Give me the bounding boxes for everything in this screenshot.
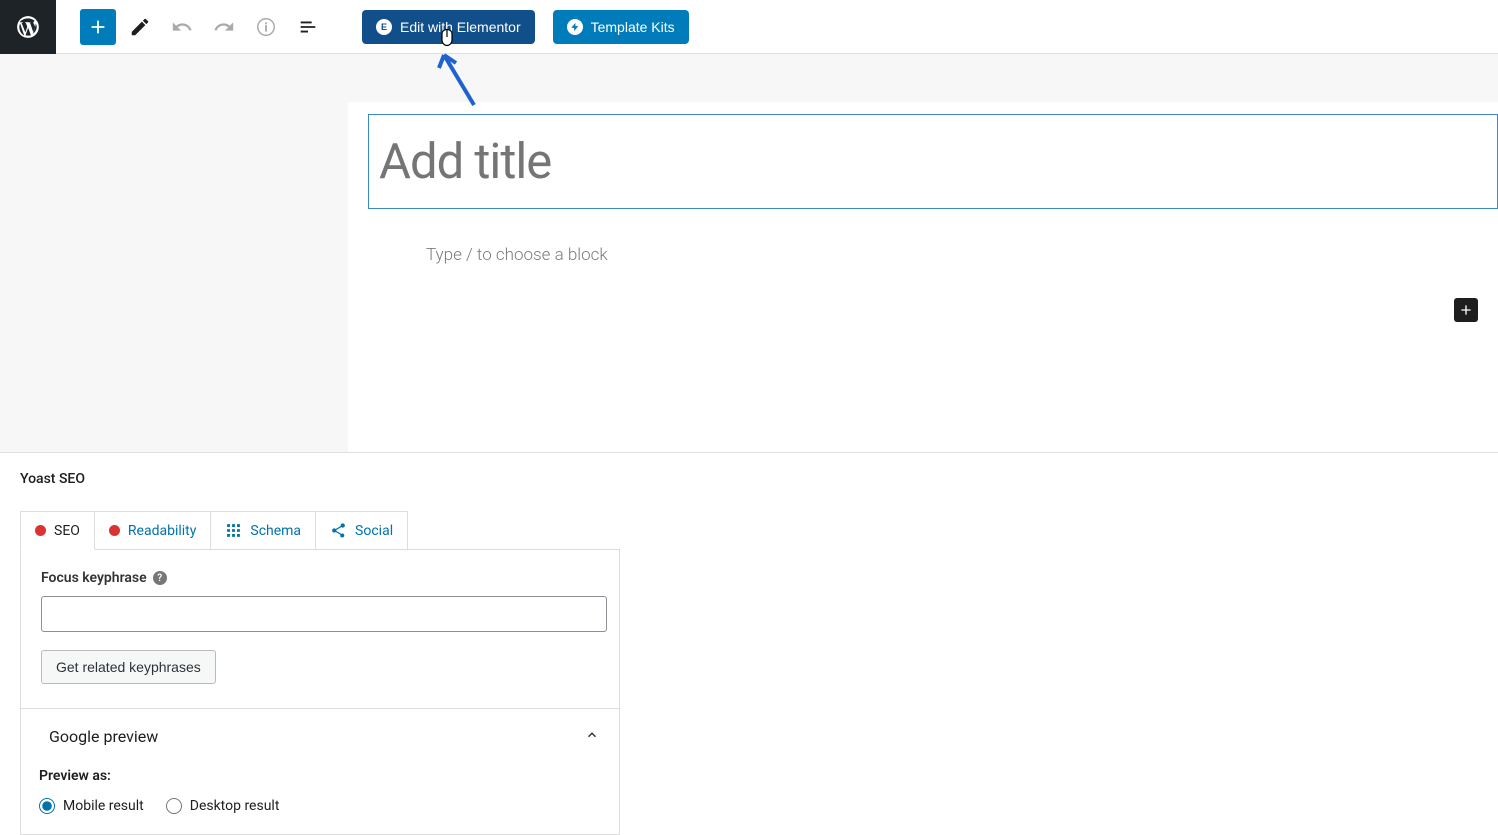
add-block-inline-button[interactable] bbox=[1454, 298, 1478, 322]
mobile-result-label: Mobile result bbox=[63, 798, 144, 814]
document-outline-button[interactable] bbox=[290, 9, 326, 45]
template-kits-label: Template Kits bbox=[591, 19, 675, 35]
focus-keyphrase-label: Focus keyphrase bbox=[41, 570, 147, 586]
tab-social-label: Social bbox=[355, 523, 393, 539]
google-preview-header[interactable]: Google preview bbox=[49, 727, 599, 746]
seo-status-dot-icon bbox=[35, 525, 46, 536]
editor-toolbar: E Edit with Elementor Template Kits bbox=[0, 0, 1498, 54]
edit-with-elementor-label: Edit with Elementor bbox=[400, 19, 521, 35]
tab-readability-label: Readability bbox=[128, 523, 196, 539]
readability-status-dot-icon bbox=[109, 525, 120, 536]
tab-schema-label: Schema bbox=[250, 523, 301, 539]
tab-social[interactable]: Social bbox=[316, 511, 408, 550]
yoast-seo-panel: Focus keyphrase ? Get related keyphrases… bbox=[20, 549, 620, 835]
focus-keyphrase-label-row: Focus keyphrase ? bbox=[41, 570, 599, 586]
template-kits-icon bbox=[567, 19, 583, 35]
schema-grid-icon bbox=[225, 522, 242, 539]
tab-seo-label: SEO bbox=[54, 523, 80, 539]
block-type-hint[interactable]: Type / to choose a block bbox=[426, 245, 1498, 265]
editor-area: Type / to choose a block bbox=[0, 54, 1498, 452]
get-related-keyphrases-button[interactable]: Get related keyphrases bbox=[41, 650, 216, 684]
preview-as-label: Preview as: bbox=[39, 768, 599, 784]
title-input-wrapper bbox=[368, 114, 1498, 209]
edit-tool-button[interactable] bbox=[122, 9, 158, 45]
desktop-result-option[interactable]: Desktop result bbox=[166, 798, 280, 814]
mobile-result-option[interactable]: Mobile result bbox=[39, 798, 144, 814]
redo-button[interactable] bbox=[206, 9, 242, 45]
add-block-button[interactable] bbox=[80, 9, 116, 45]
yoast-tabs: SEO Readability Schema Social bbox=[20, 511, 1478, 550]
template-kits-button[interactable]: Template Kits bbox=[553, 10, 689, 44]
help-icon[interactable]: ? bbox=[153, 571, 167, 585]
yoast-section-title: Yoast SEO bbox=[20, 471, 1478, 487]
desktop-result-label: Desktop result bbox=[190, 798, 280, 814]
undo-button[interactable] bbox=[164, 9, 200, 45]
elementor-icon: E bbox=[376, 19, 392, 35]
google-preview-title: Google preview bbox=[49, 727, 158, 746]
tab-schema[interactable]: Schema bbox=[211, 511, 316, 550]
mouse-cursor-icon bbox=[438, 28, 456, 50]
google-preview-section: Google preview Preview as: Mobile result… bbox=[21, 708, 619, 814]
focus-keyphrase-input[interactable] bbox=[41, 596, 607, 632]
editor-canvas: Type / to choose a block bbox=[348, 102, 1498, 452]
tab-seo[interactable]: SEO bbox=[20, 511, 95, 550]
info-button[interactable] bbox=[248, 9, 284, 45]
preview-radio-group: Mobile result Desktop result bbox=[39, 798, 599, 814]
desktop-result-radio[interactable] bbox=[166, 798, 182, 814]
post-title-input[interactable] bbox=[379, 133, 1497, 190]
wordpress-logo[interactable] bbox=[0, 0, 56, 54]
chevron-up-icon bbox=[585, 728, 599, 746]
mobile-result-radio[interactable] bbox=[39, 798, 55, 814]
annotation-arrow-icon bbox=[436, 50, 486, 110]
yoast-seo-section: Yoast SEO SEO Readability Schema Social … bbox=[0, 452, 1498, 835]
share-icon bbox=[330, 522, 347, 539]
tab-readability[interactable]: Readability bbox=[95, 511, 211, 550]
